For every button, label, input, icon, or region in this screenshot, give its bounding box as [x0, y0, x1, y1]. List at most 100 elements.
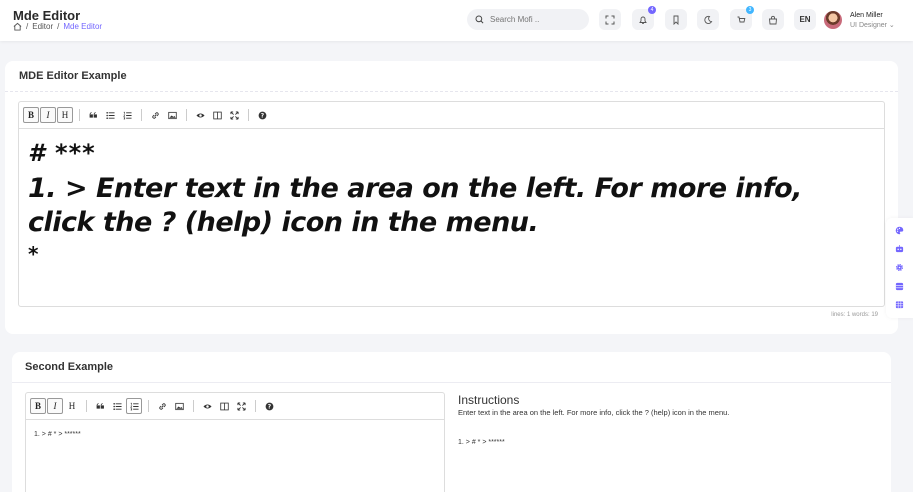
content-line: * — [28, 242, 39, 266]
fullscreen-button[interactable] — [599, 9, 621, 30]
toolbar-separator — [79, 109, 80, 121]
toolbar-separator — [148, 400, 149, 412]
italic-button[interactable]: I — [40, 107, 56, 123]
image-icon — [167, 111, 177, 119]
robot-icon[interactable] — [894, 243, 904, 253]
preview-button[interactable] — [192, 107, 208, 123]
columns-icon — [212, 111, 222, 119]
fullscreen-editor-button[interactable] — [233, 398, 249, 414]
breadcrumb-separator: / — [26, 22, 29, 31]
numbered-list-icon — [129, 402, 139, 410]
instructions-text: Enter text in the area on the left. For … — [458, 408, 730, 417]
bag-icon — [769, 15, 777, 24]
cart-button[interactable]: 3 — [730, 6, 754, 30]
search-input[interactable] — [490, 15, 580, 24]
numbered-list-icon — [122, 111, 132, 119]
eye-icon — [202, 403, 212, 409]
quote-button[interactable] — [92, 398, 108, 414]
page-title: Mde Editor — [13, 8, 81, 23]
preview-text: 1. > # * > ****** — [458, 439, 505, 446]
user-role[interactable]: UI Designer ⌄ — [850, 21, 895, 29]
link-button[interactable] — [147, 107, 163, 123]
expand-icon — [236, 401, 246, 411]
card-divider — [12, 382, 891, 383]
bookmark-button[interactable] — [665, 9, 687, 30]
list-icon — [112, 402, 122, 410]
instructions-title: Instructions — [458, 393, 520, 407]
editor-toolbar: B I H ? — [19, 102, 884, 129]
bell-icon — [639, 16, 647, 24]
heading-button[interactable]: H — [64, 398, 80, 414]
quote-icon — [96, 402, 104, 409]
heading-button[interactable]: H — [57, 107, 73, 123]
palette-icon[interactable] — [894, 225, 904, 235]
editor-content[interactable]: 1. > # * > ****** — [34, 431, 81, 438]
list-icon — [105, 111, 115, 119]
markdown-editor-small[interactable]: B I H ? 1. > # * > ****** — [25, 392, 445, 492]
expand-icon — [229, 110, 239, 120]
help-icon: ? — [258, 111, 266, 119]
side-by-side-button[interactable] — [209, 107, 225, 123]
second-example-card: Second Example B I H ? 1. > # * > ******… — [12, 352, 891, 492]
breadcrumb-editor[interactable]: Editor — [32, 22, 53, 31]
editor-content[interactable]: # *** 1. > Enter text in the area on the… — [28, 138, 868, 268]
image-icon — [174, 402, 184, 410]
italic-button[interactable]: I — [47, 398, 63, 414]
help-button[interactable]: ? — [254, 107, 270, 123]
notification-button[interactable]: 4 — [632, 6, 656, 30]
dark-mode-button[interactable] — [697, 9, 719, 30]
quote-icon — [89, 111, 97, 118]
user-name[interactable]: Alen Miller — [850, 12, 883, 19]
editor-toolbar: B I H ? — [26, 393, 444, 420]
link-button[interactable] — [154, 398, 170, 414]
moon-icon — [704, 15, 713, 24]
mde-editor-card: MDE Editor Example B I H ? # *** 1. > En… — [5, 61, 898, 334]
columns-icon — [219, 402, 229, 410]
home-icon[interactable] — [13, 22, 22, 31]
chevron-down-icon: ⌄ — [888, 22, 895, 29]
toolbar-separator — [248, 109, 249, 121]
card-title: Second Example — [25, 361, 114, 373]
bold-button[interactable]: B — [30, 398, 46, 414]
link-icon — [158, 402, 166, 410]
image-button[interactable] — [164, 107, 180, 123]
server-icon[interactable] — [894, 299, 904, 309]
link-icon — [151, 111, 159, 119]
toolbar-separator — [186, 109, 187, 121]
bold-button[interactable]: B — [23, 107, 39, 123]
breadcrumb: / Editor / Mde Editor — [13, 22, 102, 31]
cart-icon — [737, 16, 746, 22]
layout-icon[interactable] — [894, 281, 904, 291]
search-icon — [475, 15, 484, 24]
toolbar-separator — [86, 400, 87, 412]
unordered-list-button[interactable] — [102, 107, 118, 123]
notification-badge: 4 — [648, 6, 656, 14]
card-divider — [5, 91, 898, 92]
fullscreen-editor-button[interactable] — [226, 107, 242, 123]
customizer-sidebar — [886, 218, 913, 318]
help-button[interactable]: ? — [261, 398, 277, 414]
toolbar-separator — [255, 400, 256, 412]
gear-icon[interactable] — [894, 262, 904, 272]
top-header: Mde Editor / Editor / Mde Editor 4 3 EN … — [0, 0, 913, 41]
avatar[interactable] — [824, 11, 842, 29]
bookmark-icon — [673, 15, 679, 25]
preview-button[interactable] — [199, 398, 215, 414]
editor-status-bar: lines: 1 words: 19 — [831, 312, 878, 318]
language-button[interactable]: EN — [794, 9, 816, 30]
unordered-list-button[interactable] — [109, 398, 125, 414]
breadcrumb-separator: / — [57, 22, 60, 31]
ordered-list-button[interactable] — [126, 398, 142, 414]
side-by-side-button[interactable] — [216, 398, 232, 414]
cart-badge: 3 — [746, 6, 754, 14]
help-icon: ? — [265, 402, 273, 410]
markdown-editor[interactable]: B I H ? # *** 1. > Enter text in the are… — [18, 101, 885, 307]
ordered-list-button[interactable] — [119, 107, 135, 123]
content-line: # *** — [28, 139, 96, 167]
search-box[interactable] — [467, 9, 589, 30]
language-label: EN — [799, 15, 811, 24]
quote-button[interactable] — [85, 107, 101, 123]
bag-button[interactable] — [762, 9, 784, 30]
image-button[interactable] — [171, 398, 187, 414]
eye-icon — [195, 112, 205, 118]
